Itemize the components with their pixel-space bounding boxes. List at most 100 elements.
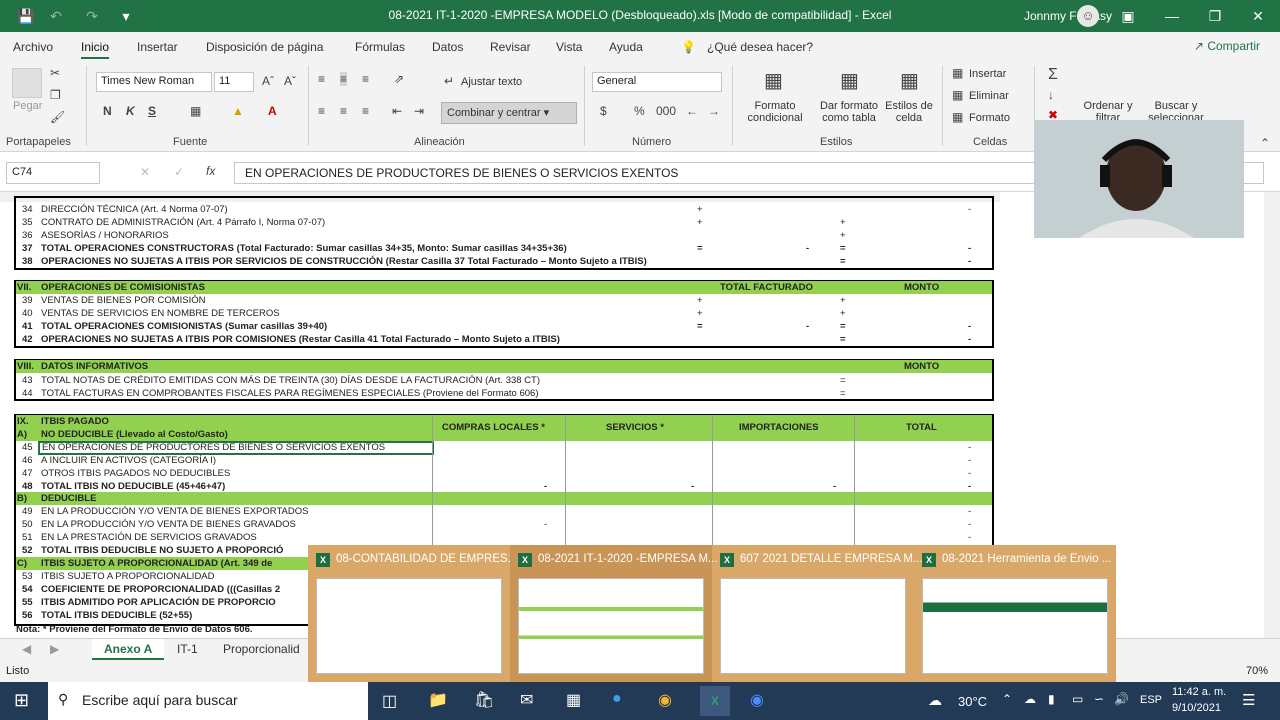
chrome-icon[interactable]: ◉ [658, 690, 672, 710]
minimize-icon[interactable]: — [1162, 6, 1182, 26]
tab-archivo[interactable]: Archivo [13, 40, 53, 54]
collapse-ribbon-icon[interactable]: ⌃ [1260, 136, 1270, 150]
group-label-cells: Celdas [973, 136, 1008, 148]
clock-time[interactable]: 11:42 a. m. [1172, 686, 1226, 698]
align-middle-icon[interactable]: ≡ [340, 72, 348, 86]
bold-button[interactable]: N [103, 104, 112, 118]
edge-icon[interactable]: ● [612, 690, 622, 708]
borders-icon[interactable]: ▦ [190, 104, 201, 118]
tab-disposicion[interactable]: Disposición de página [206, 40, 323, 54]
selected-cell-c74[interactable]: EN OPERACIONES DE PRODUCTORES DE BIENES … [38, 441, 434, 455]
notifications-icon[interactable]: ☰ [1242, 691, 1255, 709]
mail-icon[interactable]: ✉ [520, 690, 533, 710]
wrap-text-button[interactable]: Ajustar texto [461, 76, 522, 88]
calculator-icon[interactable]: ▦ [566, 690, 581, 710]
zoom-app-icon[interactable]: ◉ [750, 690, 764, 710]
number-format-select[interactable]: General [592, 72, 722, 92]
vertical-scrollbar[interactable] [1264, 192, 1280, 638]
tab-inicio[interactable]: Inicio [81, 40, 110, 59]
format-painter-icon[interactable]: 🖌 [50, 110, 65, 124]
italic-button[interactable]: K [126, 104, 135, 118]
align-center-icon[interactable]: ≡ [340, 104, 347, 118]
task-view-icon[interactable]: ◫ [382, 691, 397, 711]
shrink-font-icon[interactable]: Aˇ [284, 74, 296, 88]
sheet-tab-it1[interactable]: IT-1 [177, 642, 198, 656]
insert-cells-button[interactable]: Insertar [969, 68, 1006, 80]
wifi-icon[interactable]: ∽ [1094, 692, 1104, 706]
temperature[interactable]: 30°C [958, 694, 987, 709]
weather-icon[interactable]: ☁ [928, 692, 942, 709]
name-box[interactable]: C74 [6, 162, 100, 184]
sheet-tab-proporcionalidad[interactable]: Proporcionalid [223, 642, 300, 656]
tell-me-input[interactable]: ¿Qué desea hacer? [707, 40, 813, 54]
tab-scroll-right-icon[interactable]: ▶ [50, 642, 59, 656]
thousands-button[interactable]: 000 [656, 104, 676, 118]
network-icon[interactable]: ▮ [1048, 692, 1055, 706]
delete-cells-button[interactable]: Eliminar [969, 90, 1009, 102]
fill-color-icon[interactable]: ▲ [232, 104, 244, 118]
onedrive-icon[interactable]: ☁ [1024, 692, 1036, 706]
tab-ayuda[interactable]: Ayuda [609, 40, 643, 54]
align-top-icon[interactable]: ≡ [318, 72, 325, 86]
tray-chevron-icon[interactable]: ⌃ [1002, 692, 1012, 706]
align-left-icon[interactable]: ≡ [318, 104, 325, 118]
decimal-increase-icon[interactable]: ← [686, 104, 698, 118]
windows-start-icon[interactable]: ⊞ [14, 690, 29, 711]
fill-icon[interactable]: ↓ [1048, 88, 1054, 102]
close-icon[interactable]: ✕ [1248, 6, 1268, 26]
enter-icon[interactable]: ✓ [174, 165, 184, 179]
paste-icon[interactable] [12, 68, 42, 98]
increase-indent-icon[interactable]: ⇥ [414, 104, 424, 118]
font-color-icon[interactable]: A [268, 104, 277, 118]
align-right-icon[interactable]: ≡ [362, 104, 369, 118]
battery-icon[interactable]: ▭ [1072, 692, 1083, 706]
copy-icon[interactable]: ❐ [50, 88, 61, 102]
font-size-select[interactable]: 11 [214, 72, 254, 92]
format-cells-button[interactable]: Formato [969, 112, 1010, 124]
thumbnail-herramienta[interactable]: X 08-2021 Herramienta de Envio ... [914, 545, 1116, 682]
cut-icon[interactable]: ✂ [50, 66, 60, 80]
file-explorer-icon[interactable]: 📁 [428, 690, 448, 710]
cell-styles-button[interactable]: Estilos de celda [884, 100, 934, 124]
lightbulb-icon: 💡 [681, 40, 696, 54]
grow-font-icon[interactable]: Aˆ [262, 74, 274, 88]
ribbon-display-icon[interactable]: ▣ [1118, 6, 1138, 26]
percent-button[interactable]: % [634, 104, 645, 118]
thumbnail-contabilidad[interactable]: X 08-CONTABILIDAD DE EMPRES... [308, 545, 517, 682]
zoom-level[interactable]: 70% [1246, 665, 1268, 677]
tab-revisar[interactable]: Revisar [490, 40, 531, 54]
format-table-button[interactable]: Dar formato como tabla [816, 100, 882, 124]
row-35: 35 CONTRATO DE ADMINISTRACIÓN (Art. 4 Pár… [22, 217, 846, 228]
underline-button[interactable]: S [148, 104, 156, 118]
volume-icon[interactable]: 🔊 [1114, 692, 1129, 706]
store-icon[interactable]: 🛍 [474, 690, 494, 710]
decimal-decrease-icon[interactable]: → [708, 104, 720, 118]
orientation-icon[interactable]: ⇗ [394, 72, 404, 86]
maximize-icon[interactable]: ❐ [1205, 6, 1225, 26]
share-button[interactable]: ↗ Compartir [1194, 39, 1260, 53]
cancel-icon[interactable]: ✕ [140, 165, 150, 179]
merge-center-button[interactable]: Combinar y centrar ▾ [441, 102, 577, 124]
align-bottom-icon[interactable]: ≡ [362, 72, 369, 86]
excel-taskbar-icon[interactable]: X [700, 686, 730, 716]
taskbar-search[interactable]: ⚲ Escribe aquí para buscar [48, 682, 368, 720]
function-icon[interactable]: fx [206, 164, 215, 178]
row-40: 40 VENTAS DE SERVICIOS EN NOMBRE DE TERCE… [22, 308, 846, 319]
sheet-tab-anexo-a[interactable]: Anexo A [92, 639, 165, 660]
tab-formulas[interactable]: Fórmulas [355, 40, 405, 54]
thumbnail-it1[interactable]: X 08-2021 IT-1-2020 -EMPRESA M... [510, 545, 718, 682]
paste-button[interactable]: Pegar [13, 100, 42, 112]
clock-date[interactable]: 9/10/2021 [1172, 702, 1221, 714]
user-avatar[interactable]: ☺ [1077, 5, 1099, 27]
conditional-format-button[interactable]: Formato condicional [741, 100, 809, 124]
font-name-select[interactable]: Times New Roman [96, 72, 212, 92]
currency-button[interactable]: $ [600, 104, 607, 118]
language-indicator[interactable]: ESP [1140, 694, 1162, 706]
autosum-icon[interactable]: Σ [1048, 66, 1058, 84]
tab-scroll-left-icon[interactable]: ◀ [22, 642, 31, 656]
tab-insertar[interactable]: Insertar [137, 40, 178, 54]
thumbnail-607[interactable]: X 607 2021 DETALLE EMPRESA M... [712, 545, 923, 682]
tab-vista[interactable]: Vista [556, 40, 582, 54]
tab-datos[interactable]: Datos [432, 40, 463, 54]
decrease-indent-icon[interactable]: ⇤ [392, 104, 402, 118]
